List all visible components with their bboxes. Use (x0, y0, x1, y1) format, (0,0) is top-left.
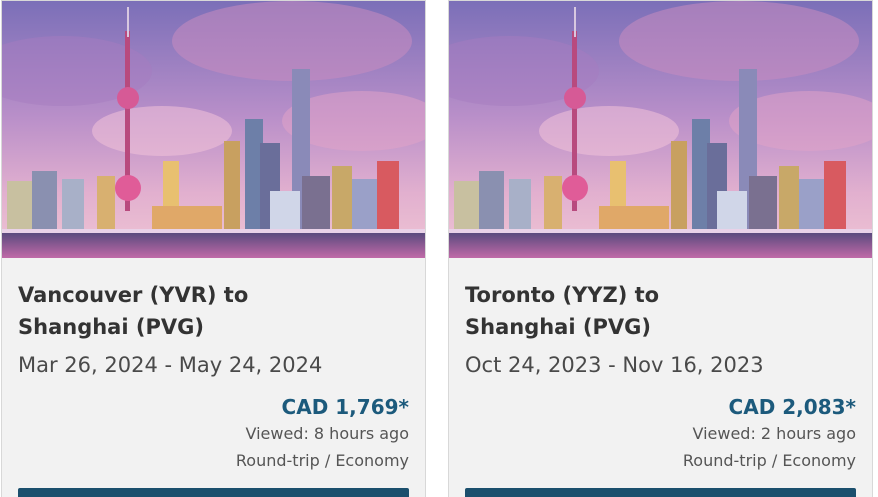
route-destination: Shanghai (PVG) (465, 315, 651, 339)
trip-type: Round-trip / Economy (235, 451, 409, 470)
deal-cards: Vancouver (YVR) to Shanghai (PVG) Mar 26… (0, 0, 878, 497)
travel-dates: Oct 24, 2023 - Nov 16, 2023 (465, 353, 764, 377)
destination-image[interactable] (2, 1, 425, 258)
card-body: Vancouver (YVR) to Shanghai (PVG) Mar 26… (18, 279, 409, 474)
route-title[interactable]: Vancouver (YVR) to Shanghai (PVG) (18, 279, 278, 343)
deal-card[interactable]: Vancouver (YVR) to Shanghai (PVG) Mar 26… (1, 0, 426, 497)
route-destination: Shanghai (PVG) (18, 315, 204, 339)
fare-price: CAD 2,083* (728, 395, 856, 419)
destination-image[interactable] (449, 1, 872, 258)
viewed-time: Viewed: 8 hours ago (245, 424, 409, 443)
trip-type: Round-trip / Economy (682, 451, 856, 470)
route-origin: Toronto (YYZ) to (465, 283, 660, 307)
viewed-time: Viewed: 2 hours ago (692, 424, 856, 443)
fare-price: CAD 1,769* (281, 395, 409, 419)
travel-dates: Mar 26, 2024 - May 24, 2024 (18, 353, 323, 377)
select-flight-button[interactable] (18, 488, 409, 497)
select-flight-button[interactable] (465, 488, 856, 497)
deal-card[interactable]: Toronto (YYZ) to Shanghai (PVG) Oct 24, … (448, 0, 873, 497)
card-body: Toronto (YYZ) to Shanghai (PVG) Oct 24, … (465, 279, 856, 474)
route-title[interactable]: Toronto (YYZ) to Shanghai (PVG) (465, 279, 725, 343)
route-origin: Vancouver (YVR) to (18, 283, 249, 307)
